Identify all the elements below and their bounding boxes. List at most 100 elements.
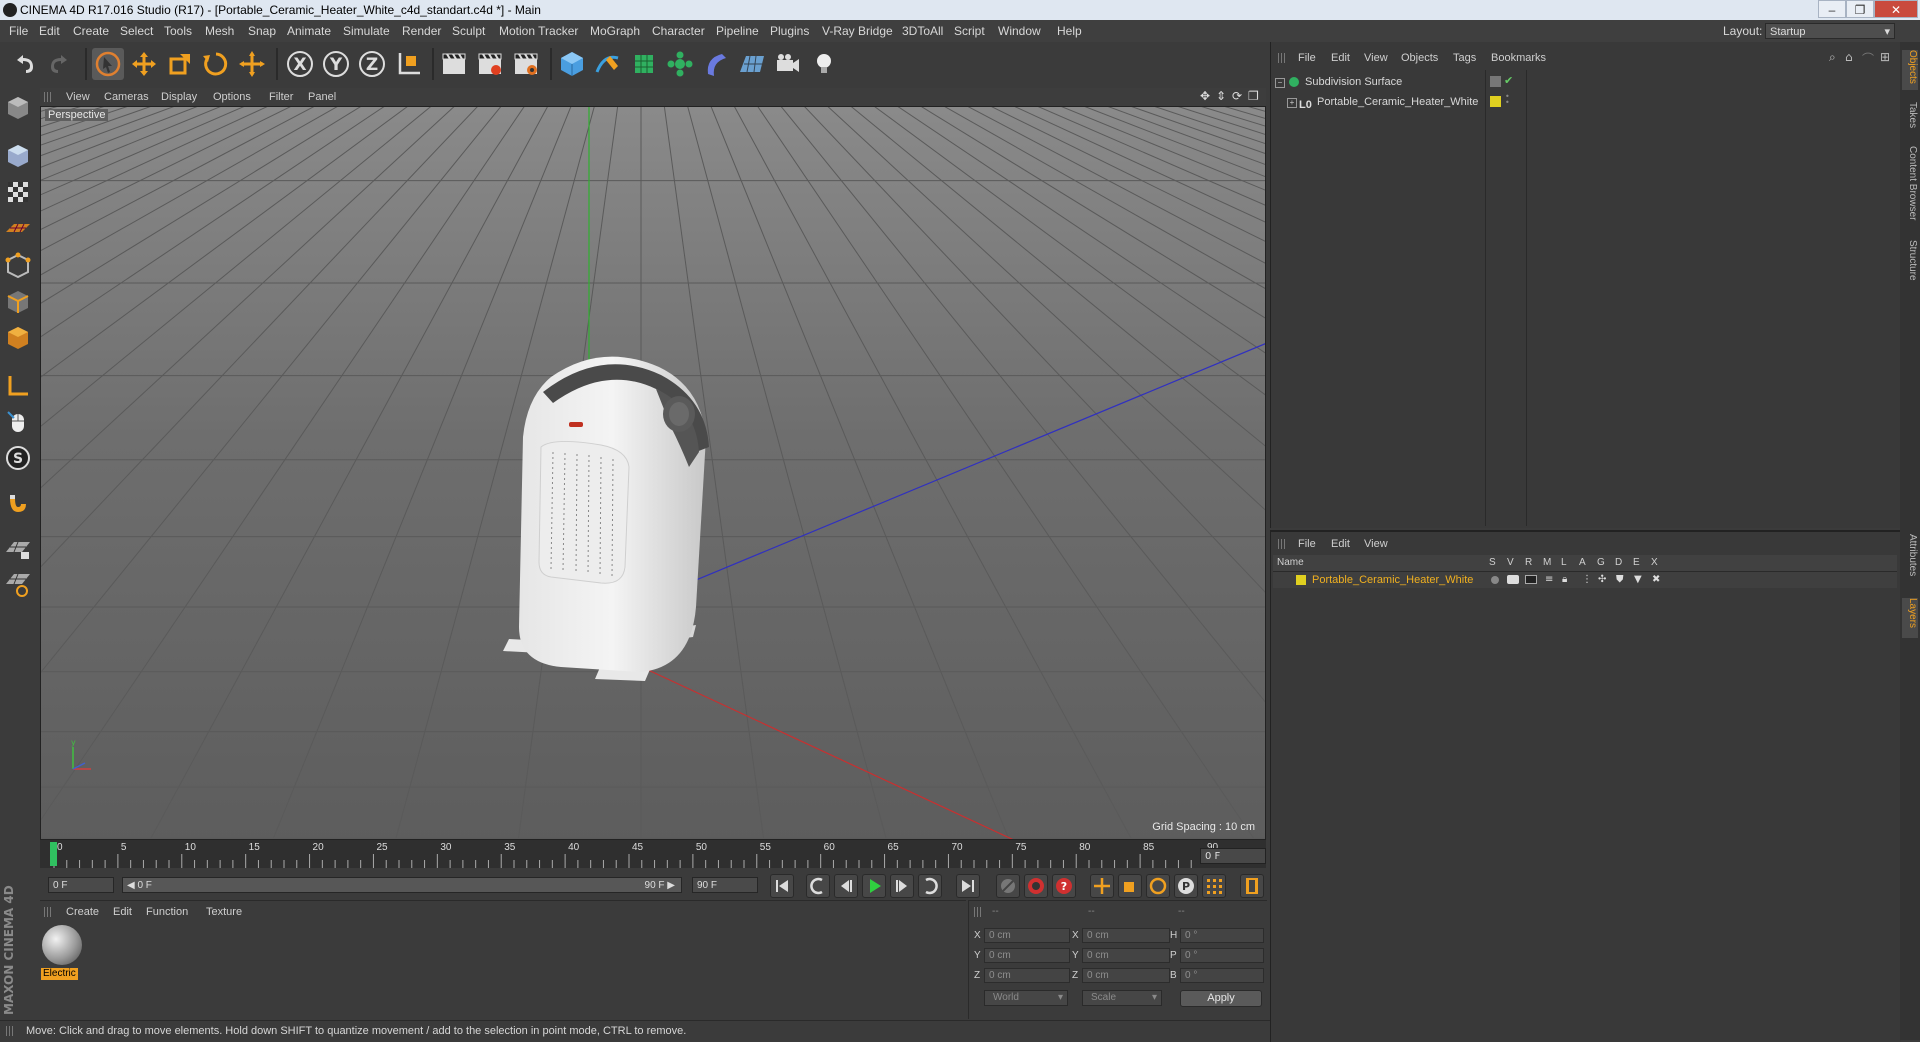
viewport-zoom-icon[interactable]: ⇕ [1216, 89, 1226, 103]
layer-color-swatch[interactable] [1490, 96, 1501, 107]
coord-pos-z-field[interactable]: 0 cm [984, 968, 1070, 983]
record-keys-off-button[interactable] [996, 874, 1020, 898]
move-tool-button[interactable] [128, 48, 160, 80]
floor-object-button[interactable] [736, 48, 768, 80]
om-menu-edit[interactable]: Edit [1331, 50, 1350, 66]
layer-color-swatch[interactable] [1296, 575, 1306, 585]
layout-select[interactable]: Startup ▾ [1765, 23, 1895, 39]
menu-vray-bridge[interactable]: V-Ray Bridge [822, 20, 893, 42]
next-key-button[interactable] [918, 874, 942, 898]
go-to-start-button[interactable] [770, 874, 794, 898]
menu-edit[interactable]: Edit [39, 20, 60, 42]
material-menu-texture[interactable]: Texture [206, 904, 242, 920]
workplane-rotate-button[interactable] [4, 570, 32, 598]
minimize-button[interactable]: – [1818, 0, 1846, 18]
z-axis-lock-button[interactable]: Z [356, 48, 388, 80]
record-active-button[interactable] [1024, 874, 1048, 898]
menu-motion-tracker[interactable]: Motion Tracker [499, 20, 578, 42]
om-menu-tags[interactable]: Tags [1453, 50, 1476, 66]
workplane-mode-button[interactable] [4, 214, 32, 242]
layer-col-generators[interactable]: G [1597, 555, 1605, 571]
camera-object-button[interactable] [772, 48, 804, 80]
menu-character[interactable]: Character [652, 20, 705, 42]
render-to-picture-viewer-button[interactable] [474, 48, 506, 80]
key-pla-button[interactable] [1202, 874, 1226, 898]
pen-spline-button[interactable] [592, 48, 624, 80]
menu-sculpt[interactable]: Sculpt [452, 20, 485, 42]
lm-menu-edit[interactable]: Edit [1331, 536, 1350, 552]
link-icon[interactable]: ⌒ [1862, 50, 1874, 67]
layer-name[interactable]: Portable_Ceramic_Heater_White [1312, 572, 1473, 588]
lock-icon[interactable]: 🔒︎ [1562, 574, 1567, 585]
om-menu-bookmarks[interactable]: Bookmarks [1491, 50, 1546, 66]
menu-simulate[interactable]: Simulate [343, 20, 390, 42]
menu-script[interactable]: Script [954, 20, 985, 42]
coord-rot-p-field[interactable]: 0 ° [1180, 948, 1264, 963]
redo-button[interactable] [44, 48, 76, 80]
menu-3dtoall[interactable]: 3DToAll [902, 20, 943, 42]
apply-button[interactable]: Apply [1180, 990, 1262, 1007]
lock-workplane-button[interactable] [4, 534, 32, 562]
coord-rot-b-field[interactable]: 0 ° [1180, 968, 1264, 983]
lm-menu-file[interactable]: File [1298, 536, 1316, 552]
previous-frame-button[interactable] [834, 874, 858, 898]
side-tab-objects[interactable]: Objects [1902, 50, 1918, 90]
animation-icon[interactable]: ⋮ [1582, 574, 1592, 585]
menu-help[interactable]: Help [1057, 20, 1082, 42]
search-icon[interactable]: ⌕ [1829, 50, 1836, 65]
lm-menu-view[interactable]: View [1364, 536, 1388, 552]
layer-col-expressions[interactable]: E [1633, 555, 1640, 571]
material-menu-create[interactable]: Create [66, 904, 99, 920]
menu-select[interactable]: Select [120, 20, 153, 42]
make-editable-button[interactable] [4, 94, 32, 122]
polygons-mode-button[interactable] [4, 324, 32, 352]
deformer-icon[interactable]: ⛊ [1616, 574, 1624, 585]
key-scale-button[interactable] [1118, 874, 1142, 898]
viewport-maximize-icon[interactable]: ❐ [1248, 89, 1259, 103]
material-menu-edit[interactable]: Edit [113, 904, 132, 920]
side-tab-attributes[interactable]: Attributes [1902, 534, 1918, 590]
material-name-label[interactable]: Electric [41, 968, 78, 980]
play-button[interactable] [862, 874, 886, 898]
expand-icon[interactable]: + [1287, 98, 1297, 108]
playhead-marker[interactable] [50, 842, 57, 866]
editor-visibility-icon[interactable] [1490, 76, 1501, 87]
x-axis-lock-button[interactable]: X [284, 48, 316, 80]
coord-rot-h-field[interactable]: 0 ° [1180, 928, 1264, 943]
viewport-menu-display[interactable]: Display [161, 88, 197, 106]
layer-col-name[interactable]: Name [1277, 555, 1304, 571]
home-icon[interactable]: ⌂ [1845, 50, 1853, 64]
menu-create[interactable]: Create [73, 20, 109, 42]
cloner-button[interactable] [664, 48, 696, 80]
key-parameter-button[interactable]: P [1174, 874, 1198, 898]
menu-pipeline[interactable]: Pipeline [716, 20, 759, 42]
timeline-ruler[interactable]: 051015202530354045505560657075808590 [40, 840, 1266, 868]
viewport-menu-options[interactable]: Options [213, 88, 251, 106]
layer-col-solo[interactable]: S [1489, 555, 1496, 571]
perspective-viewport[interactable]: y Perspective Grid Spacing : 10 cm [40, 106, 1266, 840]
recent-tool-button[interactable] [236, 48, 268, 80]
render-settings-button[interactable] [510, 48, 542, 80]
collapse-icon[interactable]: − [1275, 78, 1285, 88]
generator-icon[interactable]: ✣ [1598, 574, 1606, 585]
menu-animate[interactable]: Animate [287, 20, 331, 42]
manager-list-icon[interactable]: ≡ [1545, 574, 1553, 585]
autokey-button[interactable]: ? [1052, 874, 1076, 898]
side-tab-content-browser[interactable]: Content Browser [1902, 146, 1918, 230]
magnet-tool-button[interactable] [4, 490, 32, 518]
start-frame-field[interactable]: 0 F [48, 877, 114, 893]
go-to-end-button[interactable] [956, 874, 980, 898]
side-tab-layers[interactable]: Layers [1902, 598, 1918, 638]
material-preview-sphere[interactable] [42, 925, 82, 965]
viewport-rotate-icon[interactable]: ⟳ [1232, 89, 1242, 103]
cube-object-button[interactable] [556, 48, 588, 80]
menu-plugins[interactable]: Plugins [770, 20, 809, 42]
live-selection-button[interactable] [92, 48, 124, 80]
layer-col-deformers[interactable]: D [1615, 555, 1622, 571]
menu-tools[interactable]: Tools [164, 20, 192, 42]
checkmark-icon[interactable]: ✔ [1504, 74, 1513, 87]
axis-mode-button[interactable] [4, 372, 32, 400]
layer-col-manager[interactable]: M [1543, 555, 1551, 571]
y-axis-lock-button[interactable]: Y [320, 48, 352, 80]
end-frame-field[interactable]: 90 F [692, 877, 758, 893]
